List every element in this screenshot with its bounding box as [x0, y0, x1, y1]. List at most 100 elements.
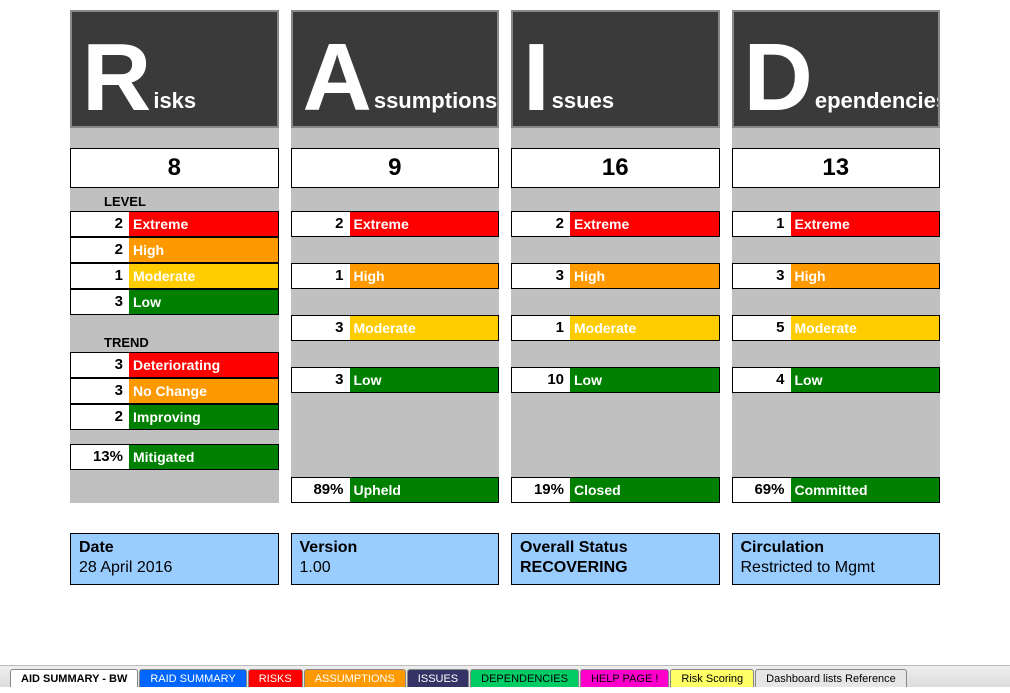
- level-row: 2Extreme: [291, 211, 500, 237]
- level-row: 3High: [511, 263, 720, 289]
- level-label: Low: [791, 368, 940, 392]
- column-i: Issues 16 2Extreme 3High 1Moderate 10Low 19%Cl…: [511, 10, 720, 503]
- level-count: 2: [71, 238, 129, 262]
- meta-value: RECOVERING: [520, 558, 711, 578]
- level-count: 1: [512, 316, 570, 340]
- sheet-tab[interactable]: Dashboard lists Reference: [755, 669, 907, 687]
- column-a: Assumptions92Extreme1High3Moderate3Low89…: [291, 10, 500, 503]
- meta-box: Overall StatusRECOVERING: [511, 533, 720, 585]
- meta-value: 1.00: [300, 558, 491, 578]
- trend-row: 3Deteriorating: [70, 352, 279, 378]
- sheet-tab[interactable]: AID SUMMARY - BW: [10, 669, 138, 687]
- sheet-tab[interactable]: DEPENDENCIES: [470, 669, 579, 687]
- sheet-tabs: AID SUMMARY - BWRAID SUMMARYRISKSASSUMPT…: [0, 665, 1010, 687]
- status-percent: 13%: [71, 445, 129, 469]
- level-label: Low: [350, 368, 499, 392]
- column-header: Risks: [70, 10, 279, 128]
- level-label: Low: [129, 290, 278, 314]
- trend-label: Improving: [129, 405, 278, 429]
- column-header: Dependencies: [732, 10, 941, 128]
- level-label: Extreme: [791, 212, 940, 236]
- level-count: 4: [733, 368, 791, 392]
- sheet-tab[interactable]: Risk Scoring: [670, 669, 754, 687]
- level-label: Moderate: [791, 316, 940, 340]
- sheet-tab[interactable]: ASSUMPTIONS: [304, 669, 406, 687]
- level-row: 1Extreme: [732, 211, 941, 237]
- meta-info-row: Date28 April 2016Version1.00Overall Stat…: [0, 533, 1010, 585]
- sheet-tab[interactable]: ISSUES: [407, 669, 469, 687]
- header-suffix: isks: [153, 88, 196, 114]
- trend-row: 3No Change: [70, 378, 279, 404]
- level-label: Extreme: [570, 212, 719, 236]
- section-label-trend: TREND: [70, 329, 279, 352]
- status-label: Committed: [791, 478, 940, 502]
- count-box: 16: [511, 148, 720, 188]
- meta-box: CirculationRestricted to Mgmt: [732, 533, 941, 585]
- level-row: 10Low: [511, 367, 720, 393]
- level-count: 1: [71, 264, 129, 288]
- level-count: 3: [71, 290, 129, 314]
- level-row: 2High: [70, 237, 279, 263]
- meta-value: 28 April 2016: [79, 558, 270, 578]
- count-box: 9: [291, 148, 500, 188]
- trend-count: 2: [71, 405, 129, 429]
- trend-label: Deteriorating: [129, 353, 278, 377]
- column-d: Dependencies131Extreme3High5Moderate4Low…: [732, 10, 941, 503]
- level-count: 3: [292, 316, 350, 340]
- sheet-tab[interactable]: RISKS: [248, 669, 303, 687]
- trend-row: 2Improving: [70, 404, 279, 430]
- status-row: 69%Committed: [732, 477, 941, 503]
- status-percent: 69%: [733, 478, 791, 502]
- meta-title: Circulation: [741, 538, 932, 558]
- status-label: Upheld: [350, 478, 499, 502]
- level-count: 2: [292, 212, 350, 236]
- trend-label: No Change: [129, 379, 278, 403]
- sheet-tab[interactable]: RAID SUMMARY: [139, 669, 246, 687]
- meta-box: Date28 April 2016: [70, 533, 279, 585]
- level-count: 10: [512, 368, 570, 392]
- level-row: 2Extreme: [70, 211, 279, 237]
- level-row: 2Extreme: [511, 211, 720, 237]
- level-label: High: [791, 264, 940, 288]
- status-percent: 19%: [512, 478, 570, 502]
- level-row: 3High: [732, 263, 941, 289]
- level-label: Low: [570, 368, 719, 392]
- level-label: Moderate: [350, 316, 499, 340]
- column-r: Risks8LEVEL2Extreme2High1Moderate3LowTRE…: [70, 10, 279, 503]
- level-count: 2: [71, 212, 129, 236]
- level-count: 2: [512, 212, 570, 236]
- column-header: Assumptions: [291, 10, 500, 128]
- level-count: 1: [292, 264, 350, 288]
- level-row: 5Moderate: [732, 315, 941, 341]
- level-label: Moderate: [570, 316, 719, 340]
- meta-title: Version: [300, 538, 491, 558]
- status-row: 19%Closed: [511, 477, 720, 503]
- level-label: Moderate: [129, 264, 278, 288]
- level-count: 3: [512, 264, 570, 288]
- meta-box: Version1.00: [291, 533, 500, 585]
- trend-count: 3: [71, 379, 129, 403]
- header-suffix: ssumptions: [374, 88, 497, 114]
- level-row: 3Low: [291, 367, 500, 393]
- level-row: 3Moderate: [291, 315, 500, 341]
- count-box: 8: [70, 148, 279, 188]
- level-row: 3Low: [70, 289, 279, 315]
- column-header: Issues: [511, 10, 720, 128]
- meta-title: Date: [79, 538, 270, 558]
- status-label: Closed: [570, 478, 719, 502]
- header-suffix: ssues: [552, 88, 614, 114]
- level-count: 3: [733, 264, 791, 288]
- level-label: High: [570, 264, 719, 288]
- sheet-tab[interactable]: HELP PAGE !: [580, 669, 669, 687]
- trend-count: 3: [71, 353, 129, 377]
- section-label-level: LEVEL: [70, 188, 279, 211]
- level-label: Extreme: [129, 212, 278, 236]
- level-count: 5: [733, 316, 791, 340]
- level-row: 4Low: [732, 367, 941, 393]
- level-label: Extreme: [350, 212, 499, 236]
- level-count: 1: [733, 212, 791, 236]
- level-row: 1Moderate: [70, 263, 279, 289]
- status-row: 89%Upheld: [291, 477, 500, 503]
- header-letter: I: [523, 42, 550, 114]
- count-box: 13: [732, 148, 941, 188]
